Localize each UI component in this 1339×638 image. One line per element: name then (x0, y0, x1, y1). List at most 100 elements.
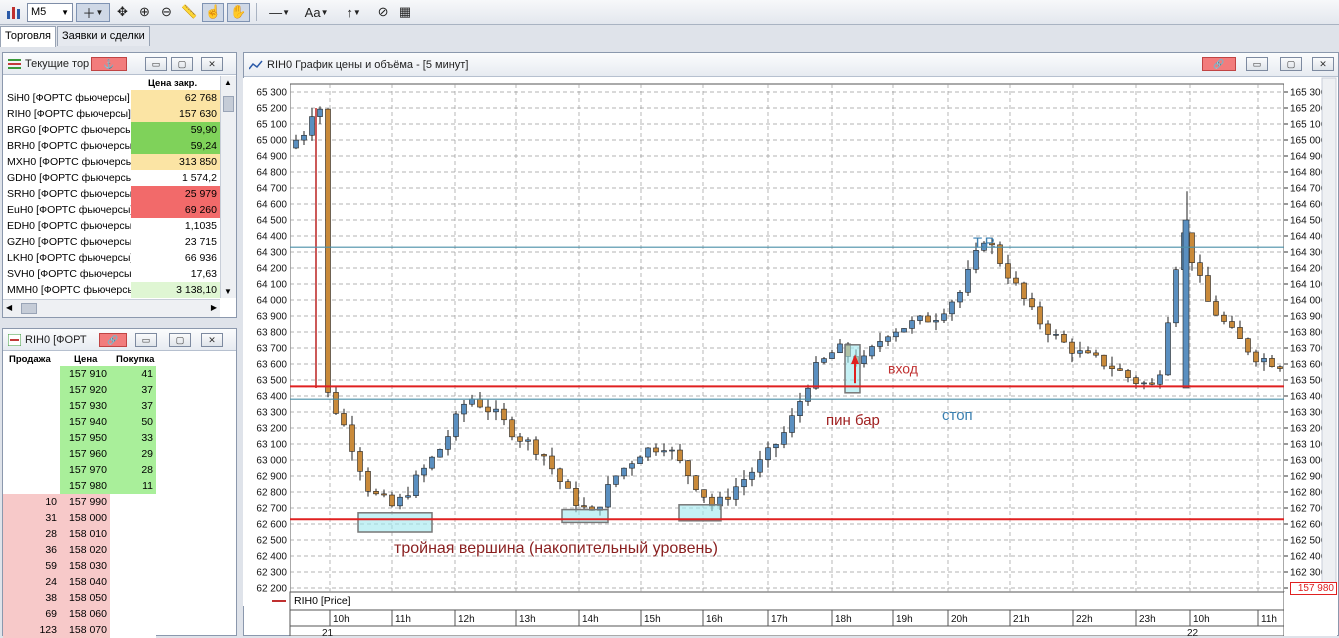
minimize-button[interactable]: ▭ (135, 333, 157, 347)
bid-price: 157 970 (60, 462, 110, 478)
zoom-in-icon[interactable]: ⊕ (135, 3, 154, 22)
quote-row[interactable]: GZH0 [ФОРТС фьючерсы] 23 715 (3, 234, 222, 250)
orderbook-ask-row[interactable]: 24 158 040 (3, 574, 229, 590)
y-tick-label: 62 500 (256, 536, 287, 547)
orderbook-bid-row[interactable]: 157 980 11 (3, 478, 229, 494)
orderbook-bid-row[interactable]: 157 920 37 (3, 382, 229, 398)
orderbook-bid-row[interactable]: 157 930 37 (3, 398, 229, 414)
orderbook-ask-row[interactable]: 59 158 030 (3, 558, 229, 574)
candle-body (725, 496, 731, 500)
scroll-up-icon[interactable]: ▲ (224, 78, 232, 87)
candle-body (973, 250, 979, 270)
anchor-icon[interactable]: ⚓ (91, 57, 127, 71)
orderbook-ask-row[interactable]: 36 158 020 (3, 542, 229, 558)
orderbook-bid-row[interactable]: 157 970 28 (3, 462, 229, 478)
buy-qty: 29 (110, 446, 156, 462)
move-icon[interactable]: ✥ (113, 3, 132, 22)
x-tick-label: 15h (644, 614, 661, 625)
hscroll-thumb[interactable] (21, 303, 37, 314)
quote-row[interactable]: BRH0 [ФОРТС фьючерсы] 59,24 (3, 138, 222, 154)
link-icon[interactable]: 🔗 (99, 333, 127, 347)
candle-body (797, 401, 803, 416)
ruler-icon[interactable]: 📏 (179, 3, 199, 22)
orderbook-ask-row[interactable]: 69 158 060 (3, 606, 229, 622)
interval-select[interactable]: M5 ▼ (27, 2, 73, 22)
candle-body (373, 490, 379, 495)
tab-trading[interactable]: Торговля (0, 26, 56, 47)
maximize-button[interactable]: ▢ (169, 333, 191, 347)
price-chart[interactable]: 62 200162 20062 300162 30062 400162 4006… (243, 76, 1339, 636)
scroll-thumb[interactable] (223, 96, 234, 112)
tab-orders[interactable]: Заявки и сделки (56, 26, 150, 46)
right-tick-label: 164 900 (1290, 152, 1327, 163)
close-button[interactable]: ✕ (201, 57, 223, 71)
maximize-button[interactable]: ▢ (1280, 57, 1302, 71)
y-tick-label: 64 700 (256, 184, 287, 195)
candle-body (789, 415, 795, 433)
quotes-scrollbar[interactable]: ▲ ▼ (220, 76, 236, 298)
crosshair-icon[interactable]: ＋ ▼ (76, 2, 110, 22)
ask-price: 158 010 (60, 526, 110, 542)
orderbook-bid-row[interactable]: 157 910 41 (3, 366, 229, 382)
orderbook-bid-row[interactable]: 157 940 50 (3, 414, 229, 430)
candle-body (613, 475, 619, 485)
quote-instrument: BRH0 [ФОРТС фьючерсы] (7, 140, 131, 152)
orderbook-ask-row[interactable]: 10 157 990 (3, 494, 229, 510)
close-button[interactable]: ✕ (1312, 57, 1334, 71)
candle-body (933, 320, 939, 323)
quote-row[interactable]: BRG0 [ФОРТС фьючерсы] 59,90 (3, 122, 222, 138)
right-tick-label: 162 400 (1290, 552, 1327, 563)
grid-icon[interactable]: ▦ (396, 3, 415, 22)
quote-row[interactable]: RIH0 [ФОРТС фьючерсы] 157 630 (3, 106, 222, 122)
zoom-out-icon[interactable]: ⊖ (157, 3, 176, 22)
link-icon[interactable]: 🔗 (1202, 57, 1236, 71)
hand-move-icon[interactable]: ✋ (227, 2, 250, 22)
maximize-button[interactable]: ▢ (171, 57, 193, 71)
quote-row[interactable]: GDH0 [ФОРТС фьючерсы] 1 574,2 (3, 170, 222, 186)
hand-select-icon[interactable]: ☝ (202, 2, 225, 22)
x-tick-label: 11h (1261, 614, 1277, 625)
quote-row[interactable]: SVH0 [ФОРТС фьючерсы] 17,63 (3, 266, 222, 282)
orderbook-ask-row[interactable]: 31 158 000 (3, 510, 229, 526)
orderbook-ask-row[interactable]: 28 158 010 (3, 526, 229, 542)
sell-qty (3, 366, 60, 382)
quote-row[interactable]: MXH0 [ФОРТС фьючерсы] 313 850 (3, 154, 222, 170)
scroll-right-icon[interactable]: ▶ (211, 303, 217, 312)
right-tick-label: 162 700 (1290, 504, 1327, 515)
right-tick-label: 164 800 (1290, 168, 1327, 179)
orderbook-bid-row[interactable]: 157 950 33 (3, 430, 229, 446)
x-tick-label: 19h (896, 614, 913, 625)
candle-body (1229, 321, 1235, 328)
scroll-left-icon[interactable]: ◀ (6, 303, 12, 312)
candle-body (629, 463, 635, 469)
quote-row[interactable]: SiH0 [ФОРТС фьючерсы] 62 768 (3, 90, 222, 106)
candle-body (1149, 382, 1155, 385)
candle-body (565, 481, 571, 489)
scroll-down-icon[interactable]: ▼ (224, 287, 232, 296)
bid-price: 157 960 (60, 446, 110, 462)
right-tick-label: 163 200 (1290, 424, 1327, 435)
candle-body (1197, 262, 1203, 276)
right-tick-label: 165 300 (1290, 88, 1327, 99)
arrow-tool-icon[interactable]: ↑ ▼ (337, 3, 371, 22)
quote-row[interactable]: SRH0 [ФОРТС фьючерсы] 25 979 (3, 186, 222, 202)
text-tool-icon[interactable]: Аа ▼ (300, 3, 334, 22)
orderbook-bid-row[interactable]: 157 960 29 (3, 446, 229, 462)
quotes-hscrollbar[interactable]: ◀ ▶ (3, 299, 220, 317)
quote-row[interactable]: EDH0 [ФОРТС фьючерсы] 1,1035 (3, 218, 222, 234)
orderbook-ask-row[interactable]: 38 158 050 (3, 590, 229, 606)
candle-body (549, 455, 555, 470)
line-tool-icon[interactable]: — ▼ (263, 3, 297, 22)
sell-qty: 28 (3, 526, 60, 542)
quote-row[interactable]: EuH0 [ФОРТС фьючерсы] 69 260 (3, 202, 222, 218)
quote-row[interactable]: MMH0 [ФОРТС фьючерсы] 3 138,10 (3, 282, 222, 298)
y-tick-label: 64 100 (256, 280, 287, 291)
minimize-button[interactable]: ▭ (145, 57, 167, 71)
candle-body (349, 424, 355, 452)
eye-off-icon[interactable]: ⊘ (374, 3, 393, 22)
quote-instrument: SRH0 [ФОРТС фьючерсы] (7, 188, 131, 200)
minimize-button[interactable]: ▭ (1246, 57, 1268, 71)
bar-chart-icon[interactable] (4, 3, 24, 22)
close-button[interactable]: ✕ (201, 333, 223, 347)
quote-row[interactable]: LKH0 [ФОРТС фьючерсы] 66 936 (3, 250, 222, 266)
